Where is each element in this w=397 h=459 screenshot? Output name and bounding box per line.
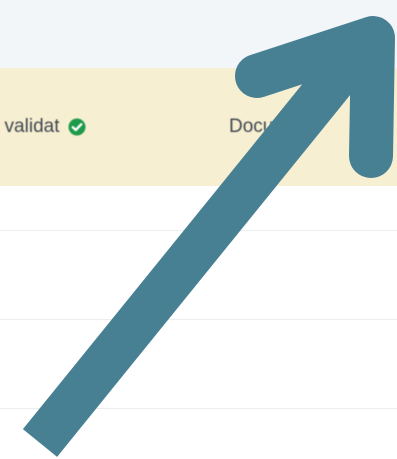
table-header-row: t validat Document <box>0 68 397 186</box>
table-row[interactable] <box>0 320 397 408</box>
row-divider <box>0 408 397 409</box>
column-header-document[interactable]: Document <box>229 116 316 138</box>
check-circle-icon <box>68 118 86 136</box>
toolbar-area <box>0 0 397 68</box>
table-row[interactable] <box>0 231 397 319</box>
column-header-label: Document <box>229 116 316 137</box>
screenshot-root: t validat Document <box>0 0 397 459</box>
column-header-validat[interactable]: t validat <box>0 116 86 138</box>
column-header-label: t validat <box>0 116 60 137</box>
